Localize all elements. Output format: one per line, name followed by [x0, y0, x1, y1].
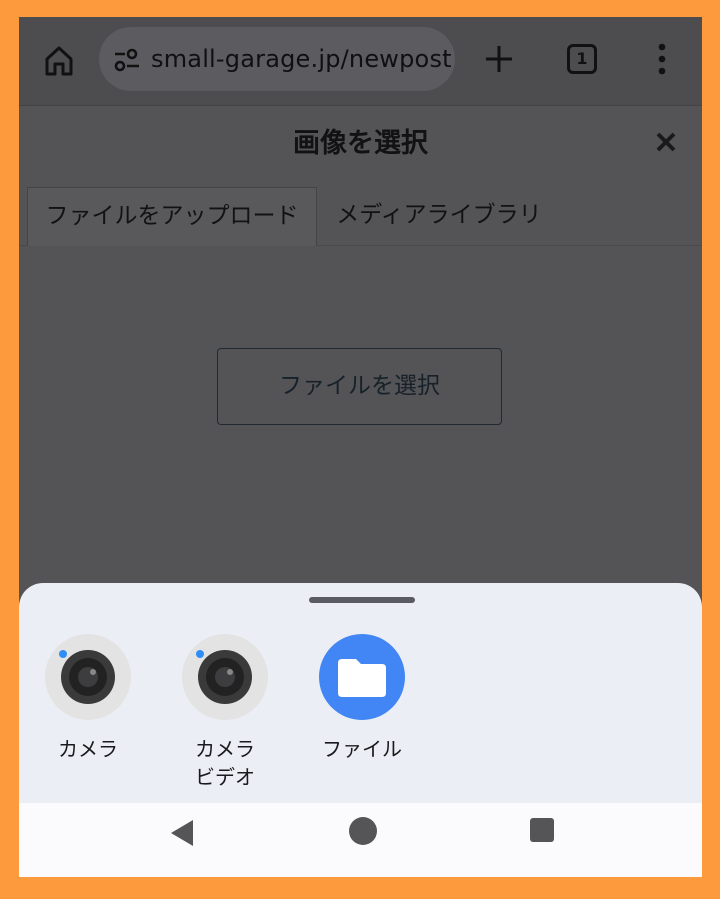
tabs-icon[interactable]: 1	[567, 44, 597, 74]
choose-file-button[interactable]: ファイルを選択	[217, 348, 502, 425]
app-files[interactable]: ファイル	[307, 633, 417, 763]
drag-handle[interactable]	[309, 597, 415, 603]
back-icon[interactable]	[167, 817, 197, 849]
app-camera-video[interactable]: カメラ ビデオ	[170, 633, 280, 791]
browser-toolbar: small-garage.jp/newpost 1	[19, 17, 702, 106]
file-chooser-sheet: カメラ カメラ ビデオ ファイル	[19, 583, 702, 803]
plus-icon[interactable]	[481, 41, 517, 77]
modal-title: 画像を選択	[293, 128, 428, 159]
more-vert-icon[interactable]	[647, 41, 677, 77]
folder-icon	[319, 634, 405, 720]
tab-media-library[interactable]: メディアライブラリ	[329, 187, 549, 246]
url-text: small-garage.jp/newpost	[151, 45, 452, 73]
video-camera-icon	[182, 634, 268, 720]
app-camera[interactable]: カメラ	[33, 633, 143, 763]
close-icon[interactable]	[655, 131, 677, 153]
recents-icon[interactable]	[528, 816, 556, 844]
tab-upload-file[interactable]: ファイルをアップロード	[27, 187, 317, 246]
system-nav-bar	[19, 803, 702, 877]
address-bar[interactable]: small-garage.jp/newpost	[99, 27, 455, 91]
app-label: カメラ	[58, 737, 118, 761]
camera-icon	[45, 634, 131, 720]
site-settings-icon[interactable]	[113, 47, 141, 73]
home-icon[interactable]	[41, 43, 77, 79]
home-circle-icon[interactable]	[347, 815, 379, 847]
phone-screen: small-garage.jp/newpost 1 画像を選択 ファイルをアップ…	[19, 17, 702, 877]
app-label: ファイル	[322, 737, 402, 761]
app-label: カメラ ビデオ	[195, 737, 255, 789]
